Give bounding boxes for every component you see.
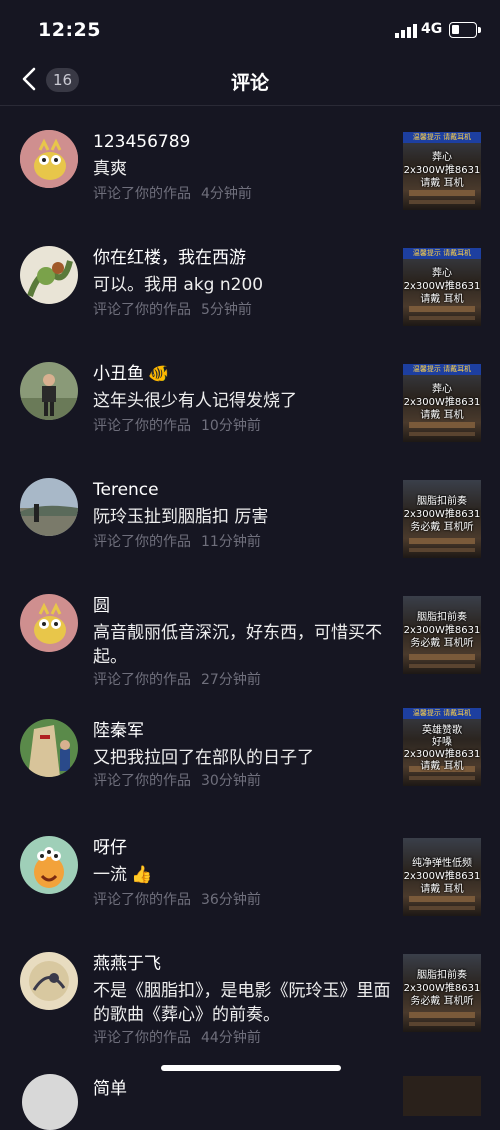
network-type: 4G bbox=[421, 21, 443, 37]
status-bar: 12:25 4G bbox=[0, 0, 500, 56]
comment-text: 一流 👍 bbox=[93, 865, 153, 885]
comment-text: 不是《胭脂扣》，是电影《阮玲玉》里面的歌曲《葬心》的前奏。 bbox=[93, 981, 391, 1025]
timestamp: 30分钟前 bbox=[201, 773, 261, 789]
username[interactable]: 陸秦军 bbox=[93, 720, 144, 742]
timestamp: 36分钟前 bbox=[201, 892, 261, 908]
comment-meta: 评论了你的作品 11分钟前 bbox=[93, 531, 261, 551]
status-time: 12:25 bbox=[38, 19, 101, 41]
action-text: 评论了你的作品 bbox=[93, 672, 191, 688]
avatar[interactable] bbox=[20, 478, 78, 536]
avatar[interactable] bbox=[20, 719, 78, 777]
timestamp: 11分钟前 bbox=[201, 534, 261, 550]
list-item[interactable]: 呀仔 一流 👍 评论了你的作品 36分钟前 纯净弹性低频 2x300W推8631 请… bbox=[0, 813, 500, 929]
video-thumbnail[interactable]: 胭脂扣前奏 2x300W推8631 务必戴 耳机听 bbox=[403, 954, 481, 1032]
username[interactable]: 燕燕于飞 bbox=[93, 953, 161, 975]
video-thumbnail[interactable]: 纯净弹性低频 2x300W推8631 请戴 耳机 bbox=[403, 838, 481, 916]
timestamp: 5分钟前 bbox=[201, 302, 252, 318]
comment-meta: 评论了你的作品 30分钟前 bbox=[93, 770, 261, 790]
avatar[interactable] bbox=[20, 246, 78, 304]
video-thumbnail[interactable]: 温馨提示 请戴耳机 英雄赞歌 好嗓 2x300W推8631 请戴 耳机 bbox=[403, 708, 481, 786]
video-thumbnail[interactable]: 温馨提示 请戴耳机 葬心 2x300W推8631 请戴 耳机 bbox=[403, 364, 481, 442]
comment-text: 真爽 bbox=[93, 159, 127, 179]
action-text: 评论了你的作品 bbox=[93, 1030, 191, 1046]
thumbs-up-emoji-icon: 👍 bbox=[131, 865, 153, 885]
action-text: 评论了你的作品 bbox=[93, 302, 191, 318]
action-text: 评论了你的作品 bbox=[93, 892, 191, 908]
comment-meta: 评论了你的作品 10分钟前 bbox=[93, 415, 261, 435]
avatar[interactable] bbox=[20, 130, 78, 188]
list-item[interactable]: 圆 高音靓丽低音深沉，好东西，可惜买不起。 评论了你的作品 27分钟前 胭脂扣前奏… bbox=[0, 571, 500, 696]
timestamp: 44分钟前 bbox=[201, 1030, 261, 1046]
timestamp: 27分钟前 bbox=[201, 672, 261, 688]
avatar[interactable] bbox=[20, 594, 78, 652]
avatar[interactable] bbox=[20, 836, 78, 894]
list-item[interactable]: 小丑鱼 🐠 这年头很少有人记得发烧了 评论了你的作品 10分钟前 温馨提示 请戴耳机… bbox=[0, 339, 500, 455]
username[interactable]: 圆 bbox=[93, 595, 110, 617]
username[interactable]: 你在红楼，我在西游 bbox=[93, 247, 246, 269]
avatar[interactable] bbox=[20, 362, 78, 420]
nav-bar: 16 评论 bbox=[0, 56, 500, 106]
action-text: 评论了你的作品 bbox=[93, 534, 191, 550]
page-title: 评论 bbox=[230, 72, 269, 94]
list-item[interactable]: 陸秦军 又把我拉回了在部队的日子了 评论了你的作品 30分钟前 温馨提示 请戴耳机… bbox=[0, 696, 500, 813]
video-thumbnail[interactable]: 胭脂扣前奏 2x300W推8631 务必戴 耳机听 bbox=[403, 596, 481, 674]
video-thumbnail[interactable] bbox=[403, 1076, 481, 1116]
action-text: 评论了你的作品 bbox=[93, 186, 191, 202]
username[interactable]: Terence bbox=[93, 479, 159, 501]
action-text: 评论了你的作品 bbox=[93, 773, 191, 789]
video-thumbnail[interactable]: 胭脂扣前奏 2x300W推8631 务必戴 耳机听 bbox=[403, 480, 481, 558]
comment-text: 这年头很少有人记得发烧了 bbox=[93, 391, 297, 411]
comment-text: 又把我拉回了在部队的日子了 bbox=[93, 748, 314, 768]
comment-text: 阮玲玉扯到胭脂扣 厉害 bbox=[93, 507, 269, 527]
video-thumbnail[interactable]: 温馨提示 请戴耳机 葬心 2x300W推8631 请戴 耳机 bbox=[403, 132, 481, 210]
timestamp: 10分钟前 bbox=[201, 418, 261, 434]
comment-meta: 评论了你的作品 4分钟前 bbox=[93, 183, 252, 203]
avatar[interactable] bbox=[22, 1074, 78, 1130]
comment-text: 高音靓丽低音深沉，好东西，可惜买不起。 bbox=[93, 623, 382, 667]
video-thumbnail[interactable]: 温馨提示 请戴耳机 葬心 2x300W推8631 请戴 耳机 bbox=[403, 248, 481, 326]
signal-icon bbox=[395, 24, 417, 38]
list-item[interactable]: 你在红楼，我在西游 可以。我用 akg n200 评论了你的作品 5分钟前 温馨提… bbox=[0, 223, 500, 339]
username[interactable]: 小丑鱼 🐠 bbox=[93, 363, 169, 385]
username[interactable]: 呀仔 bbox=[93, 837, 127, 859]
comment-meta: 评论了你的作品 5分钟前 bbox=[93, 299, 252, 319]
timestamp: 4分钟前 bbox=[201, 186, 252, 202]
home-indicator[interactable] bbox=[161, 1065, 341, 1071]
list-item[interactable]: 123456789 真爽 评论了你的作品 4分钟前 温馨提示 请戴耳机 葬心 2x… bbox=[0, 107, 500, 223]
action-text: 评论了你的作品 bbox=[93, 418, 191, 434]
comment-meta: 评论了你的作品 27分钟前 bbox=[93, 669, 261, 689]
comment-list: 123456789 真爽 评论了你的作品 4分钟前 温馨提示 请戴耳机 葬心 2x… bbox=[0, 107, 500, 1047]
comment-meta: 评论了你的作品 36分钟前 bbox=[93, 889, 261, 909]
comment-text: 可以。我用 akg n200 bbox=[93, 275, 264, 295]
username[interactable]: 123456789 bbox=[93, 131, 190, 153]
fish-emoji-icon: 🐠 bbox=[148, 364, 170, 384]
list-item[interactable]: Terence 阮玲玉扯到胭脂扣 厉害 评论了你的作品 11分钟前 胭脂扣前奏 2… bbox=[0, 455, 500, 571]
battery-icon bbox=[449, 22, 481, 38]
comment-meta: 评论了你的作品 44分钟前 bbox=[93, 1027, 261, 1047]
avatar[interactable] bbox=[20, 952, 78, 1010]
username[interactable]: 简单 bbox=[93, 1074, 127, 1099]
list-item[interactable]: 燕燕于飞 不是《胭脂扣》，是电影《阮玲玉》里面的歌曲《葬心》的前奏。 评论了你的… bbox=[0, 929, 500, 1047]
